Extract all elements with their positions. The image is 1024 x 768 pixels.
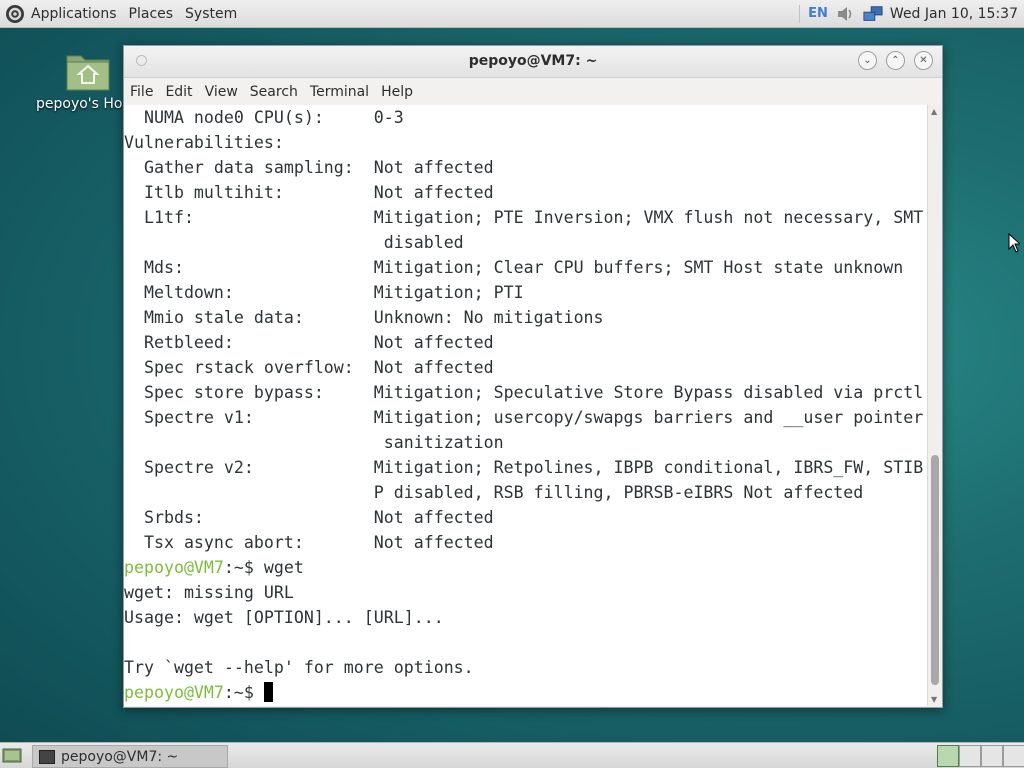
terminal-line: Vulnerabilities: (124, 133, 284, 152)
terminal-line: sanitization (124, 433, 504, 452)
menu-terminal[interactable]: Terminal (310, 84, 369, 100)
terminal-line: Mds: Mitigation; Clear CPU buffers; SMT … (124, 258, 904, 277)
terminal-icon (39, 749, 55, 764)
clock[interactable]: Wed Jan 10, 15:37 (890, 6, 1018, 22)
volume-icon[interactable] (836, 5, 856, 23)
terminal-output[interactable]: NUMA node0 CPU(s): 0-3 Vulnerabilities: … (124, 105, 927, 706)
text-cursor (263, 682, 273, 702)
scroll-up-arrow-icon[interactable]: ▲ (931, 107, 937, 116)
terminal-line: P disabled, RSB filling, PBRSB-eIBRS Not… (124, 483, 864, 502)
window-menubar: File Edit View Search Terminal Help (124, 78, 942, 105)
terminal-line: Tsx async abort: Not affected (124, 533, 494, 552)
terminal-line: Gather data sampling: Not affected (124, 158, 494, 177)
window-titlebar[interactable]: pepoyo@VM7: ~ ⌄ ⌃ ✕ (124, 46, 942, 78)
workspace-1[interactable] (937, 745, 959, 767)
prompt-user: pepoyo@VM7 (124, 558, 224, 577)
terminal-line: Try `wget --help' for more options. (124, 658, 474, 677)
workspace-4[interactable] (1003, 745, 1024, 767)
menu-system[interactable]: System (185, 6, 237, 22)
prompt-user: pepoyo@VM7 (124, 683, 224, 702)
active-prompt-line[interactable]: pepoyo@VM7:~$ (124, 680, 927, 705)
terminal-line: Usage: wget [OPTION]... [URL]... (124, 608, 444, 627)
terminal-line: Mmio stale data: Unknown: No mitigations (124, 308, 604, 327)
home-folder-icon (66, 55, 110, 91)
taskbar-item-label: pepoyo@VM7: ~ (61, 748, 179, 765)
menu-search[interactable]: Search (250, 84, 298, 100)
command-line: pepoyo@VM7:~$ wget (124, 555, 927, 580)
minimize-button[interactable]: ⌄ (858, 51, 877, 70)
show-desktop-icon[interactable] (2, 747, 22, 763)
terminal-line: disabled (124, 233, 464, 252)
terminal-line: NUMA node0 CPU(s): 0-3 (124, 108, 404, 127)
terminal-line: Meltdown: Mitigation; PTI (124, 283, 524, 302)
menu-edit[interactable]: Edit (165, 84, 192, 100)
taskbar-item-terminal[interactable]: pepoyo@VM7: ~ (32, 745, 228, 768)
menu-help[interactable]: Help (381, 84, 413, 100)
terminal-line: Srbds: Not affected (124, 508, 494, 527)
terminal-line: Spectre v2: Mitigation; Retpolines, IBPB… (124, 458, 924, 477)
workspace-3[interactable] (981, 745, 1003, 767)
window-title: pepoyo@VM7: ~ (468, 53, 598, 69)
bottom-panel: pepoyo@VM7: ~ (0, 742, 1024, 768)
terminal-window: pepoyo@VM7: ~ ⌄ ⌃ ✕ File Edit View Searc… (123, 45, 943, 708)
terminal-line: L1tf: Mitigation; PTE Inversion; VMX flu… (124, 208, 924, 227)
workspace-2[interactable] (959, 745, 981, 767)
terminal-line: Spec store bypass: Mitigation; Speculati… (124, 383, 924, 402)
terminal-line: Retbleed: Not affected (124, 333, 494, 352)
menu-applications[interactable]: Applications (31, 6, 117, 22)
menu-file[interactable]: File (130, 84, 153, 100)
maximize-button[interactable]: ⌃ (886, 51, 905, 70)
menu-view[interactable]: View (205, 84, 238, 100)
mouse-pointer-icon (1008, 233, 1020, 253)
terminal-line: Spec rstack overflow: Not affected (124, 358, 494, 377)
scrollbar-thumb[interactable] (931, 455, 939, 685)
terminal-line: Itlb multihit: Not affected (124, 183, 494, 202)
prompt-suffix: :~$ (223, 683, 264, 702)
tray-separator (799, 4, 801, 23)
command-text: wget (263, 558, 304, 577)
terminal-scrollbar[interactable]: ▲ ▼ (927, 105, 942, 706)
keyboard-layout-indicator[interactable]: EN (808, 6, 828, 21)
system-tray: EN Wed Jan 10, 15:37 (799, 0, 1024, 27)
menu-places[interactable]: Places (129, 6, 174, 22)
terminal-line: wget: missing URL (124, 583, 294, 602)
close-button[interactable]: ✕ (914, 51, 933, 70)
top-panel: Applications Places System EN Wed Jan 10… (0, 0, 1024, 28)
distro-logo-icon[interactable] (5, 4, 25, 24)
top-menu: Applications Places System (0, 0, 249, 27)
scroll-down-arrow-icon[interactable]: ▼ (931, 695, 937, 704)
terminal-line: Spectre v1: Mitigation; usercopy/swapgs … (124, 408, 924, 427)
prompt-suffix: :~$ (223, 558, 264, 577)
network-icon[interactable] (863, 5, 883, 23)
